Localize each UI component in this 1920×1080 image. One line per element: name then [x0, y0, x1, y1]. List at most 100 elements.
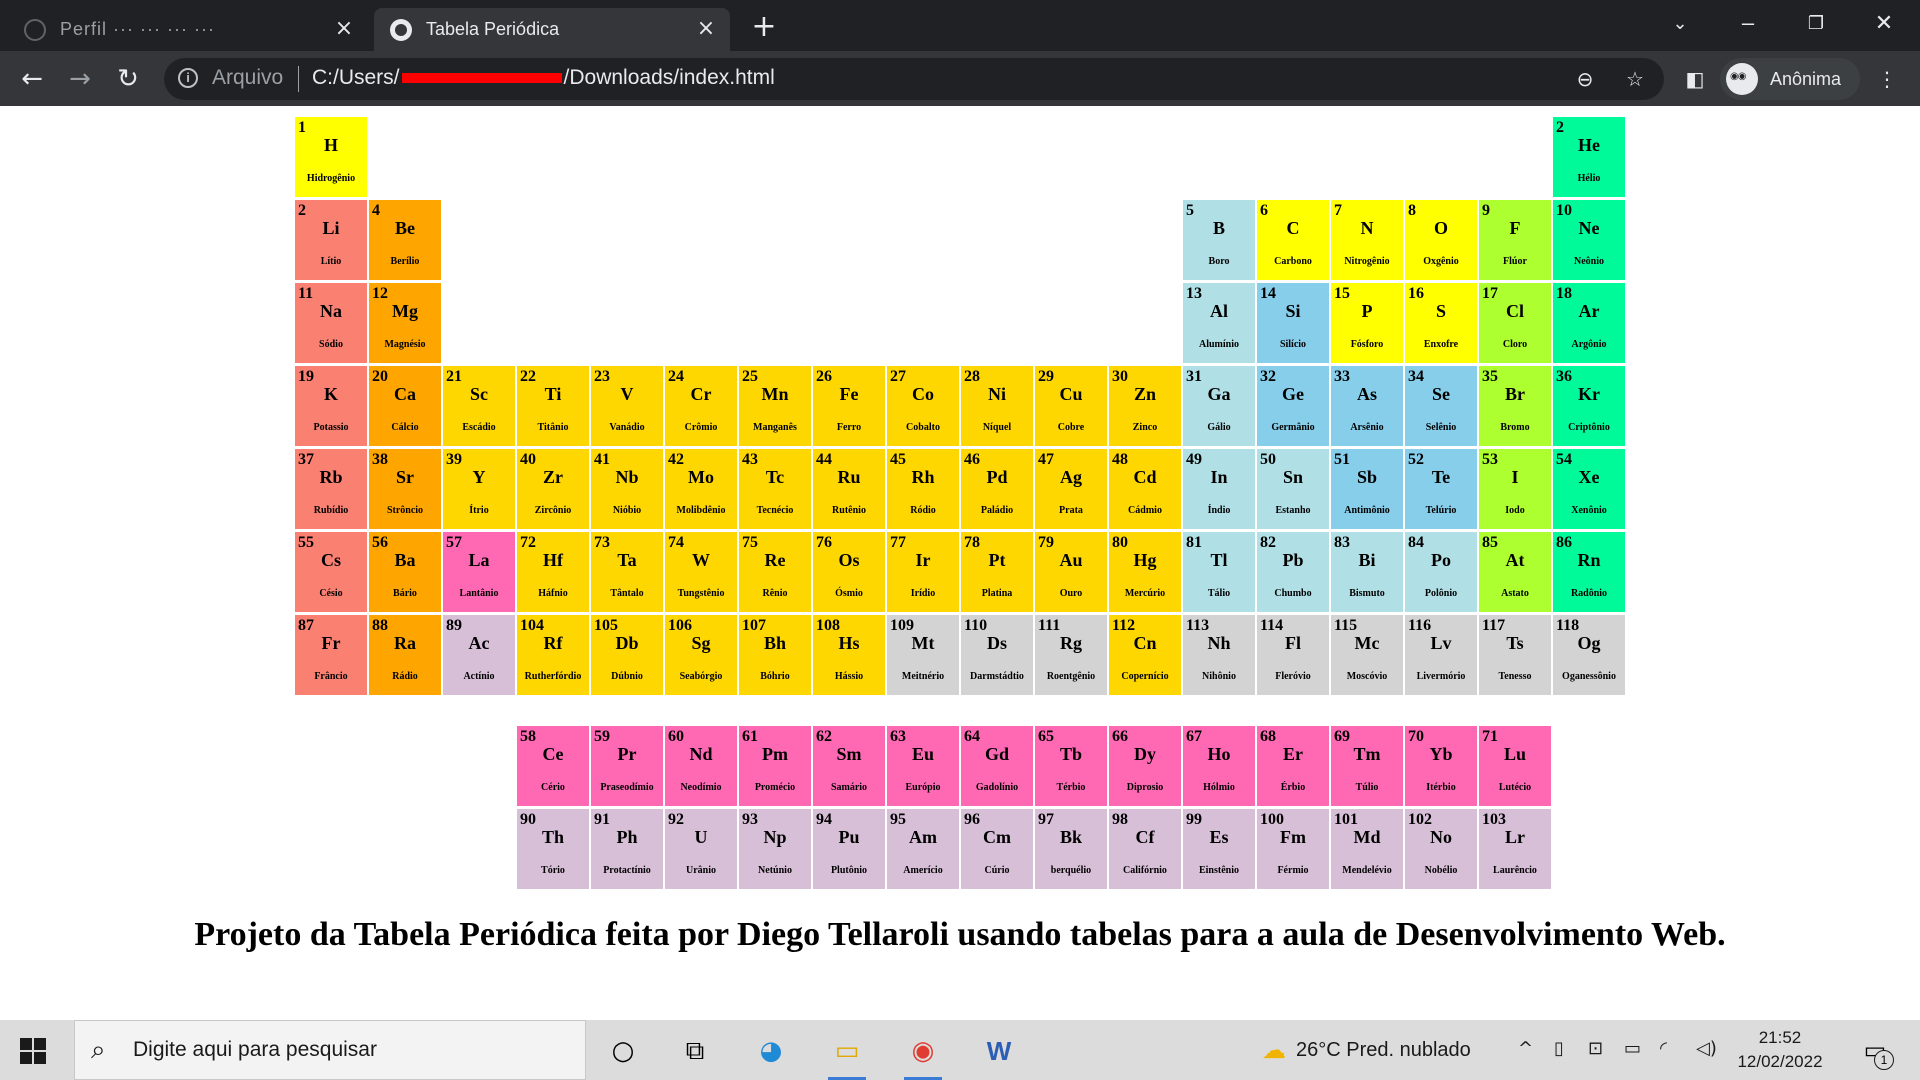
element-name: Nobélio: [1424, 865, 1458, 876]
element-name: Boro: [1208, 256, 1230, 267]
new-tab-button[interactable]: +: [748, 12, 780, 44]
element-cell: 100 Fm Férmio: [1257, 809, 1329, 889]
menu-kebab-icon[interactable]: ⋮: [1876, 68, 1898, 90]
element-cell: 46 Pd Paládio: [961, 449, 1033, 529]
element-symbol: Be: [395, 218, 415, 238]
minimize-button[interactable]: –: [1728, 8, 1768, 38]
element-name: Ósmio: [835, 588, 863, 599]
element-symbol: Co: [912, 384, 934, 404]
element-symbol: Eu: [911, 744, 935, 764]
element-symbol: Ce: [542, 744, 564, 764]
info-icon[interactable]: i: [178, 68, 198, 88]
file-explorer-icon[interactable]: ▭: [828, 1032, 866, 1080]
tab-strip: Perfil ··· ··· ··· ··· × Tabela Periódic…: [0, 0, 1920, 51]
url-text[interactable]: C:/Users//Downloads/index.html: [312, 66, 775, 90]
close-window-button[interactable]: ✕: [1864, 8, 1904, 38]
element-cell: 70 Yb Itérbio: [1405, 726, 1477, 806]
task-view-icon[interactable]: ⧉: [676, 1032, 714, 1070]
element-symbol: Cm: [983, 827, 1011, 847]
element-cell: 36 Kr Criptônio: [1553, 366, 1625, 446]
element-name: Lítio: [320, 256, 342, 267]
element-cell: 25 Mn Manganês: [739, 366, 811, 446]
element-name: Férmio: [1277, 865, 1309, 876]
incognito-icon: [1726, 63, 1758, 95]
element-cell: 84 Po Polônio: [1405, 532, 1477, 612]
volume-icon[interactable]: ◁): [1696, 1038, 1717, 1059]
edge-icon[interactable]: ◕: [752, 1032, 790, 1070]
element-name: Titânio: [537, 422, 569, 433]
tab-inactive[interactable]: Perfil ··· ··· ··· ··· ×: [8, 8, 368, 51]
element-name: Califórnio: [1123, 865, 1167, 876]
tray-chevron-icon[interactable]: ^: [1518, 1038, 1533, 1059]
element-name: Nitrogênio: [1344, 256, 1390, 267]
element-cell: 1 H Hidrogênio: [295, 117, 367, 197]
element-cell: 45 Rh Ródio: [887, 449, 959, 529]
element-symbol: Mg: [392, 301, 418, 321]
element-symbol: In: [1210, 467, 1228, 487]
cortana-icon[interactable]: ○: [604, 1032, 642, 1070]
element-symbol: Er: [1283, 744, 1303, 764]
element-name: Níquel: [982, 422, 1012, 433]
zoom-out-icon[interactable]: ⊖: [1574, 68, 1596, 90]
wifi-icon[interactable]: ◜: [1660, 1038, 1667, 1059]
element-symbol: Cs: [320, 550, 341, 570]
taskbar-search-box[interactable]: ⌕ Digite aqui para pesquisar: [74, 1020, 586, 1080]
element-cell: 49 In Índio: [1183, 449, 1255, 529]
element-cell: 47 Ag Prata: [1035, 449, 1107, 529]
chrome-icon[interactable]: ◉: [904, 1032, 942, 1080]
element-symbol: Sr: [396, 467, 414, 487]
back-button[interactable]: ←: [16, 63, 48, 95]
battery-icon[interactable]: ▭: [1624, 1038, 1641, 1059]
element-name: Amerício: [903, 865, 943, 876]
element-cell: 4 Be Berílio: [369, 200, 441, 280]
meet-now-icon[interactable]: ▯: [1554, 1038, 1564, 1059]
element-symbol: Y: [472, 467, 486, 487]
element-name: Hidrogênio: [306, 173, 356, 184]
element-cell: 14 Si Silício: [1257, 283, 1329, 363]
element-name: Prata: [1059, 505, 1083, 516]
element-symbol: Fm: [1280, 827, 1306, 847]
weather-widget[interactable]: ☁ 26°C Pred. nublado: [1262, 1036, 1471, 1065]
windows-start-icon[interactable]: [20, 1038, 46, 1064]
element-symbol: Ac: [468, 633, 490, 653]
element-name: Mercúrio: [1124, 588, 1166, 599]
element-cell: 61 Pm Promécio: [739, 726, 811, 806]
forward-button[interactable]: →: [64, 63, 96, 95]
element-name: Térbio: [1056, 782, 1086, 793]
bookmark-star-icon[interactable]: ☆: [1624, 68, 1646, 90]
security-icon[interactable]: ⊡: [1588, 1038, 1603, 1059]
element-name: Nióbio: [612, 505, 642, 516]
reload-button[interactable]: ↻: [112, 63, 144, 95]
element-symbol: Bk: [1059, 827, 1083, 847]
clock-date: 12/02/2022: [1737, 1052, 1823, 1071]
element-cell: 44 Ru Rutênio: [813, 449, 885, 529]
element-symbol: K: [323, 384, 338, 404]
element-name: Magnésio: [384, 339, 426, 350]
tab-close-icon[interactable]: ×: [694, 17, 718, 42]
system-clock[interactable]: 21:52 12/02/2022: [1730, 1026, 1830, 1074]
restore-button[interactable]: ❐: [1796, 8, 1836, 38]
tab-close-icon[interactable]: ×: [332, 17, 356, 42]
element-cell: 33 As Arsênio: [1331, 366, 1403, 446]
notification-center-icon[interactable]: ▭ 1: [1860, 1036, 1894, 1070]
word-icon[interactable]: W: [980, 1032, 1018, 1070]
element-symbol: Hg: [1133, 550, 1157, 570]
element-cell: 9 F Flúor: [1479, 200, 1551, 280]
tab-search-chevron-icon[interactable]: ⌄: [1660, 8, 1700, 38]
element-name: Alumínio: [1198, 339, 1239, 350]
divider: [298, 66, 299, 92]
element-symbol: Ge: [1282, 384, 1304, 404]
element-symbol: Hs: [838, 633, 860, 653]
element-name: Moscóvio: [1346, 671, 1388, 682]
element-symbol: Mn: [761, 384, 789, 404]
tab-active[interactable]: Tabela Periódica ×: [374, 8, 730, 51]
address-bar[interactable]: i Arquivo C:/Users//Downloads/index.html…: [164, 58, 1664, 100]
element-cell: 13 Al Alumínio: [1183, 283, 1255, 363]
element-symbol: Ru: [837, 467, 861, 487]
element-cell: 80 Hg Mercúrio: [1109, 532, 1181, 612]
side-panel-icon[interactable]: ◧: [1684, 68, 1706, 90]
incognito-profile-button[interactable]: Anônima: [1720, 58, 1860, 100]
element-cell: 32 Ge Germânio: [1257, 366, 1329, 446]
element-name: Césio: [319, 588, 343, 599]
element-symbol: Sg: [691, 633, 711, 653]
